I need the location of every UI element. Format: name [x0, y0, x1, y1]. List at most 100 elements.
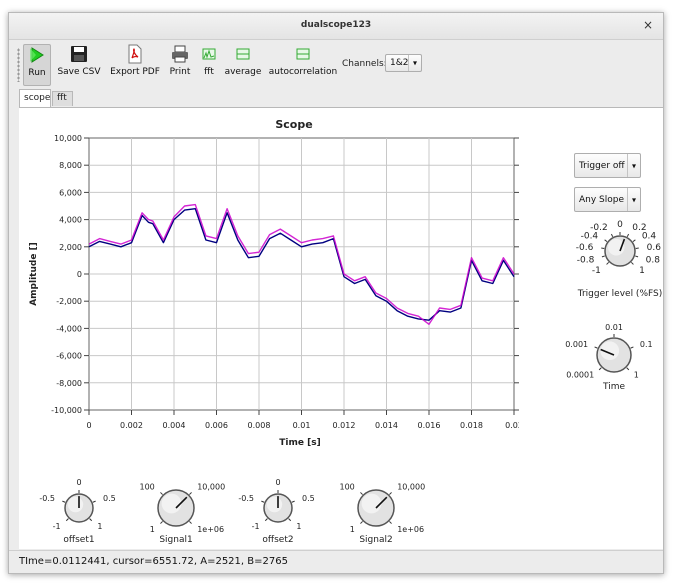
save-csv-button[interactable]: Save CSV	[55, 44, 103, 84]
knob-tick-label: 0	[76, 478, 81, 487]
x-tick-label: 0.002	[120, 421, 143, 430]
knob-tick-label: 0	[617, 220, 623, 230]
knob-dial	[604, 235, 636, 267]
knob-tick	[288, 518, 292, 522]
y-tick-label-left: -4,000	[56, 324, 82, 333]
knob-tick-label: 0.5	[103, 494, 116, 503]
knob-tick-label: 1	[97, 522, 102, 531]
knob-tick-label: 1	[350, 525, 355, 534]
knob-label: offset2	[262, 535, 293, 545]
y-tick-label-left: 0	[77, 270, 82, 279]
tab-fft[interactable]: fft	[52, 91, 73, 106]
knob-signal1[interactable]: 1 100 10,000 1e+06 Signal1	[140, 483, 226, 545]
run-button[interactable]: Run	[23, 44, 51, 86]
knob-offset2[interactable]: -1 -0.5 0 0.5 1offset2	[238, 478, 314, 545]
knob-highlight	[266, 496, 283, 513]
x-tick-label: 0.006	[205, 421, 228, 430]
trigger-mode-select[interactable]: Trigger off ▾	[574, 153, 641, 178]
average-label: average	[224, 67, 262, 77]
trigger-level-knob[interactable]: -1-0.8 -0.6 -0.4-0.2 0 0.20.4 0.6 0.81 Trigger …	[576, 220, 662, 299]
knob-tick	[606, 261, 610, 265]
knob-pointer	[375, 496, 388, 509]
y-tick-label-left: 8,000	[59, 161, 82, 170]
knob-tick-label: -1	[53, 522, 61, 531]
knob-pointer	[600, 348, 615, 356]
knob-tick	[65, 518, 69, 522]
x-tick-label: 0.018	[460, 421, 483, 430]
average-icon	[236, 48, 250, 60]
knob-label: offset1	[63, 535, 94, 545]
time-knob[interactable]: 0.0001 0.001 0.01 0.1 1 Time	[565, 323, 652, 392]
knob-tick	[389, 521, 392, 524]
y-tick-label-left: 4,000	[59, 216, 82, 225]
knob-tick	[160, 521, 163, 524]
knob-tick	[389, 492, 392, 495]
knob-highlight	[161, 493, 182, 514]
fft-button[interactable]: fft	[198, 44, 220, 84]
autocorrelation-button[interactable]: autocorrelation	[268, 44, 338, 84]
knob-tick	[632, 239, 636, 242]
window-title: dualscope123	[300, 20, 372, 30]
print-button[interactable]: Print	[167, 44, 193, 84]
y-tick-label-left: 2,000	[59, 243, 82, 252]
x-tick-label: 0.016	[418, 421, 441, 430]
status-bar: TIme=0.0112441, cursor=6551.72, A=2521, …	[9, 550, 663, 573]
toolbar: Run Save CSV Export PDF Print fft averag…	[9, 40, 663, 86]
knob-tick-label: 1	[150, 525, 155, 534]
knob-highlight	[361, 493, 382, 514]
knob-tick-label: 0.0001	[566, 371, 594, 380]
channels-select[interactable]: 1&2 ▾	[385, 54, 422, 72]
scope-panel: Scope Time [s] Amplitude [] 0 0.002 0.004 0…	[19, 107, 663, 549]
knob-tick-label: 1	[296, 522, 301, 531]
export-pdf-button[interactable]: Export PDF	[109, 44, 161, 84]
knob-tick-label: 0.6	[647, 243, 662, 253]
knob-tick-label: 0.001	[565, 340, 588, 349]
knob-tick	[92, 500, 96, 503]
knob-tick-label: 0.8	[646, 255, 661, 265]
close-button[interactable]: ×	[643, 18, 653, 32]
knob-tick-label: 0	[275, 478, 280, 487]
chart-title: Scope	[275, 118, 312, 131]
knob-offset1[interactable]: -1 -0.5 0 0.5 1offset1	[39, 478, 115, 545]
knob-label: Signal1	[159, 535, 192, 545]
knob-dial	[157, 489, 195, 527]
floppy-disk-icon	[71, 46, 87, 62]
knob-tick-label: -0.2	[590, 223, 608, 233]
knob-tick	[62, 500, 66, 503]
trigger-mode-value: Trigger off	[579, 160, 625, 171]
tab-scope[interactable]: scope	[19, 89, 51, 108]
x-tick-label: 0	[86, 421, 91, 430]
average-button[interactable]: average	[224, 44, 262, 84]
knob-tick	[360, 521, 363, 524]
scope-chart[interactable]: Scope Time [s] Amplitude [] 0 0.002 0.004 0…	[19, 108, 519, 453]
knob-label: Signal2	[359, 535, 392, 545]
status-text: TIme=0.0112441, cursor=6551.72, A=2521, …	[19, 556, 288, 567]
title-bar[interactable]: dualscope123 ×	[9, 13, 663, 40]
knob-tick-label: 0.4	[642, 231, 657, 241]
knob-highlight	[608, 239, 625, 256]
knob-tick	[610, 233, 614, 237]
knob-tick-label: -0.5	[238, 494, 254, 503]
save-csv-label: Save CSV	[57, 67, 101, 77]
knob-tick	[626, 233, 630, 237]
knob-tick-label: 1e+06	[397, 525, 424, 534]
run-label: Run	[28, 68, 46, 78]
knob-tick	[360, 492, 363, 495]
knob-tick-label: 1	[634, 371, 639, 380]
trigger-slope-select[interactable]: Any Slope ▾	[574, 187, 641, 212]
knob-highlight	[67, 496, 84, 513]
app-window: dualscope123 × Run Save CSV Export PDF P…	[8, 12, 664, 574]
knob-tick-label: -1	[252, 522, 260, 531]
printer-icon	[172, 45, 188, 63]
knob-tick	[291, 500, 295, 503]
knob-tick-label: 10,000	[397, 483, 425, 492]
y-tick-label-left: -10,000	[51, 406, 82, 415]
x-tick-label: 0.014	[375, 421, 398, 430]
knob-tick	[89, 518, 93, 522]
chevron-down-icon: ▾	[408, 55, 421, 71]
knob-tick-label: -0.6	[576, 243, 594, 253]
y-tick-label-left: -6,000	[56, 352, 82, 361]
knob-signal2[interactable]: 1 100 10,000 1e+06 Signal2	[340, 483, 426, 545]
toolbar-grip[interactable]	[17, 48, 20, 82]
chevron-down-icon: ▾	[627, 154, 640, 177]
